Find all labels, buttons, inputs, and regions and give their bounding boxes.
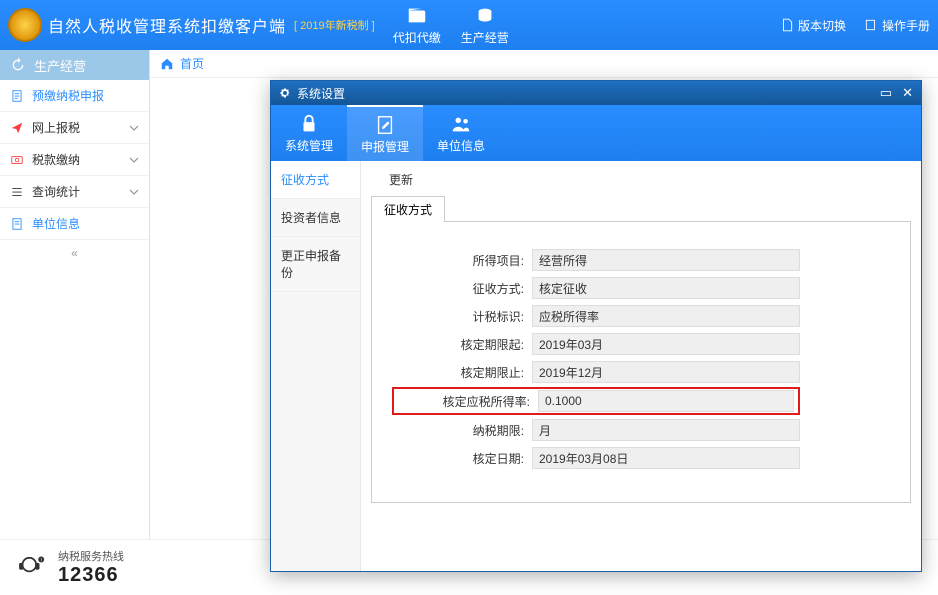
doc-icon — [780, 18, 794, 32]
chevron-down-icon — [129, 155, 139, 165]
sidebar-collapse-toggle[interactable]: « — [0, 240, 149, 266]
app-title: 自然人税收管理系统扣缴客户端 — [48, 13, 286, 37]
field-collection-method: 征收方式: 核定征收 — [392, 274, 800, 302]
sidebar-item-online-tax[interactable]: 网上报税 — [0, 112, 149, 144]
dialog-inner-sidebar: 征收方式 投资者信息 更正申报备份 — [271, 161, 361, 571]
nav-withholding[interactable]: 代扣代缴 — [393, 5, 441, 46]
svg-text:!: ! — [40, 558, 41, 564]
hotline-number: 12366 — [58, 564, 124, 587]
form-panel: 更新 征收方式 所得项目: 经营所得 征收方式: 核定征收 — [361, 161, 921, 571]
new-tax-tag: [ 2019年新税制 ] — [294, 17, 375, 33]
inner-tab-investor-info[interactable]: 投资者信息 — [271, 199, 360, 237]
lock-icon — [298, 113, 320, 135]
field-taxable-rate-highlighted: 核定应税所得率: 0.1000 — [392, 387, 800, 415]
sidebar-item-tax-payment[interactable]: 税款缴纳 — [0, 144, 149, 176]
left-sidebar: 生产经营 预缴纳税申报 网上报税 税款缴纳 查询统计 单位信息 « — [0, 50, 150, 539]
dialog-top-tabs: 系统管理 申报管理 单位信息 — [271, 105, 921, 161]
chevron-down-icon — [129, 187, 139, 197]
tab-system-manage[interactable]: 系统管理 — [271, 105, 347, 161]
breadcrumb-home[interactable]: 首页 — [180, 55, 204, 72]
chevron-down-icon — [129, 123, 139, 133]
sidebar-item-query-stats[interactable]: 查询统计 — [0, 176, 149, 208]
home-icon — [160, 57, 174, 71]
field-verified-date: 核定日期: 2019年03月08日 — [392, 444, 800, 472]
doc-icon — [10, 89, 24, 103]
money-icon — [10, 153, 24, 167]
send-icon — [10, 121, 24, 135]
content-area: 首页 系统设置 ▭ ✕ 系统管理 申报管理 — [150, 50, 938, 539]
field-income-item: 所得项目: 经营所得 — [392, 246, 800, 274]
update-button[interactable]: 更新 — [389, 171, 413, 188]
hotline-label: 纳税服务热线 — [58, 548, 124, 564]
nav-withholding-label: 代扣代缴 — [393, 29, 441, 46]
refresh-icon — [10, 57, 26, 73]
edit-doc-icon — [374, 114, 396, 136]
nav-business[interactable]: 生产经营 — [461, 5, 509, 46]
download-icon — [371, 172, 385, 186]
field-period-start: 核定期限起: 2019年03月 — [392, 330, 800, 358]
system-settings-dialog: 系统设置 ▭ ✕ 系统管理 申报管理 单位信息 — [270, 80, 922, 572]
field-tax-indicator: 计税标识: 应税所得率 — [392, 302, 800, 330]
book-icon — [864, 18, 878, 32]
app-header: 自然人税收管理系统扣缴客户端 [ 2019年新税制 ] 代扣代缴 生产经营 版本… — [0, 0, 938, 50]
nav-business-label: 生产经营 — [461, 29, 509, 46]
sidebar-item-unit-info[interactable]: 单位信息 — [0, 208, 149, 240]
list-icon — [10, 185, 24, 199]
sidebar-section-header: 生产经营 — [0, 50, 149, 80]
header-right: 版本切换 操作手册 — [780, 17, 930, 34]
app-emblem-icon — [8, 8, 42, 42]
tab-declare-manage[interactable]: 申报管理 — [347, 105, 423, 161]
headset-icon: ! — [14, 551, 48, 585]
field-period-end: 核定期限止: 2019年12月 — [392, 358, 800, 386]
inner-tab-correction-backup[interactable]: 更正申报备份 — [271, 237, 360, 292]
field-tax-period: 纳税期限: 月 — [392, 416, 800, 444]
collection-form: 所得项目: 经营所得 征收方式: 核定征收 计税标识: 应税所得率 核定期限 — [371, 221, 911, 503]
gear-icon — [279, 87, 291, 99]
dialog-close-icon[interactable]: ✕ — [902, 85, 913, 101]
coins-icon — [474, 5, 496, 27]
version-switch-link[interactable]: 版本切换 — [780, 17, 846, 34]
info-doc-icon — [10, 217, 24, 231]
breadcrumb: 首页 — [150, 50, 938, 78]
users-icon — [450, 113, 472, 135]
wallet-icon — [406, 5, 428, 27]
tab-unit-info[interactable]: 单位信息 — [423, 105, 499, 161]
dialog-maximize-icon[interactable]: ▭ — [880, 85, 892, 101]
top-nav: 代扣代缴 生产经营 — [393, 5, 509, 46]
manual-link[interactable]: 操作手册 — [864, 17, 930, 34]
dialog-titlebar[interactable]: 系统设置 ▭ ✕ — [271, 81, 921, 105]
sidebar-item-prepay[interactable]: 预缴纳税申报 — [0, 80, 149, 112]
form-tab-collection-method[interactable]: 征收方式 — [371, 196, 445, 222]
inner-tab-collection-method[interactable]: 征收方式 — [271, 161, 360, 199]
